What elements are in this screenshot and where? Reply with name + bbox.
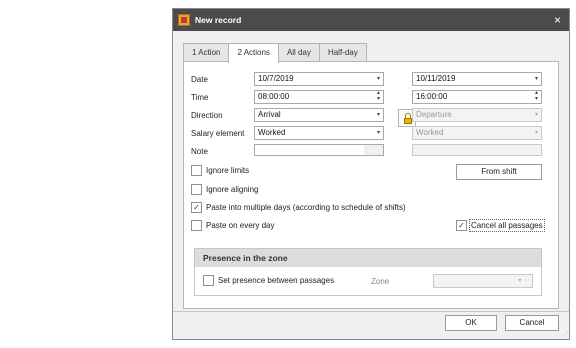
checkbox-box[interactable] [203,275,214,286]
time-to-spinner[interactable]: 16:00:00 ▴ ▾ [412,90,542,104]
date-from-value: 10/7/2019 [258,74,294,83]
tab-half-day[interactable]: Half-day [318,43,367,62]
paste-every-day-checkbox[interactable]: Paste on every day [191,220,274,231]
chevron-down-icon[interactable]: ▾ [377,109,380,121]
date-to-picker[interactable]: 10/11/2019 ▾ [412,72,542,86]
cancel-all-passages-checkbox[interactable]: ✓ Cancel all passages [456,219,545,232]
tab-2-actions[interactable]: 2 Actions [228,43,279,63]
chevron-down-icon[interactable]: ▾ [535,73,538,85]
date-label: Date [191,75,208,84]
chevron-down-icon: ▾ [534,130,538,136]
salary-from-value: Worked [258,128,286,137]
time-from-value: 08:00:00 [258,92,290,101]
spinner-arrows-icon[interactable]: ▴ ▾ [535,90,538,102]
paste-every-day-label: Paste on every day [206,221,275,230]
tab-panel-2-actions: Date 10/7/2019 ▾ 10/11/2019 ▾ Time 08:00… [183,61,559,309]
date-from-picker[interactable]: 10/7/2019 ▾ [254,72,384,86]
footer-divider [173,311,569,312]
chevron-down-icon[interactable]: ▾ [377,127,380,139]
time-from-spinner[interactable]: 08:00:00 ▴ ▾ [254,90,384,104]
tab-strip: 1 Action 2 Actions All day Half-day [183,43,367,63]
new-record-dialog: New record × 1 Action 2 Actions All day … [172,8,570,340]
checkbox-box[interactable] [191,220,202,231]
zone-select: ▾ ⋯ [433,274,533,288]
direction-from-value: Arrival [258,110,281,119]
presence-in-zone-group: Presence in the zone Set presence betwee… [194,248,542,296]
paste-multiple-days-label: Paste into multiple days (according to s… [206,203,406,212]
title-bar: New record × [173,9,569,31]
spinner-arrows-icon[interactable]: ▴ ▾ [377,90,380,102]
presence-group-header: Presence in the zone [195,249,541,267]
checkbox-box[interactable] [191,165,202,176]
ignore-aligning-label: Ignore aligning [206,185,259,194]
set-presence-label: Set presence between passages [218,276,335,285]
resize-grip-icon[interactable]: ⋰ [562,331,568,338]
time-label: Time [191,93,209,102]
checkbox-checked[interactable]: ✓ [191,202,202,213]
note-from-input[interactable] [254,144,384,156]
cancel-button[interactable]: Cancel [505,315,559,331]
from-shift-button[interactable]: From shift [456,164,542,180]
salary-to-value: Worked [416,128,444,137]
window-title: New record [195,15,242,25]
paste-multiple-days-checkbox[interactable]: ✓ Paste into multiple days (according to… [191,202,406,213]
date-to-value: 10/11/2019 [416,74,456,83]
note-to-input [412,144,542,156]
direction-to-select: Departure ▾ [412,108,542,122]
salary-to-select: Worked ▾ [412,126,542,140]
direction-from-select[interactable]: Arrival ▾ [254,108,384,122]
salary-element-label: Salary element [191,129,245,138]
app-record-icon [178,14,190,26]
checkbox-checked[interactable]: ✓ [456,220,467,231]
direction-to-value: Departure [416,110,452,119]
ignore-limits-checkbox[interactable]: Ignore limits [191,165,249,176]
chevron-down-icon[interactable]: ▾ [377,73,380,85]
tab-1-action[interactable]: 1 Action [183,43,230,62]
zone-label: Zone [371,277,390,286]
close-icon[interactable]: × [554,13,561,27]
tab-all-day[interactable]: All day [277,43,320,62]
salary-from-select[interactable]: Worked ▾ [254,126,384,140]
time-to-value: 16:00:00 [416,92,448,101]
ignore-limits-label: Ignore limits [206,166,250,175]
zone-dropdown-icon: ▾ ⋯ [518,278,529,284]
ok-button[interactable]: OK [445,315,497,331]
checkbox-box[interactable] [191,184,202,195]
cancel-all-passages-label: Cancel all passages [469,219,545,232]
set-presence-checkbox[interactable]: Set presence between passages [203,275,334,286]
ignore-aligning-checkbox[interactable]: Ignore aligning [191,184,258,195]
direction-label: Direction [191,111,223,120]
chevron-down-icon: ▾ [534,112,538,118]
note-label: Note [191,147,208,156]
